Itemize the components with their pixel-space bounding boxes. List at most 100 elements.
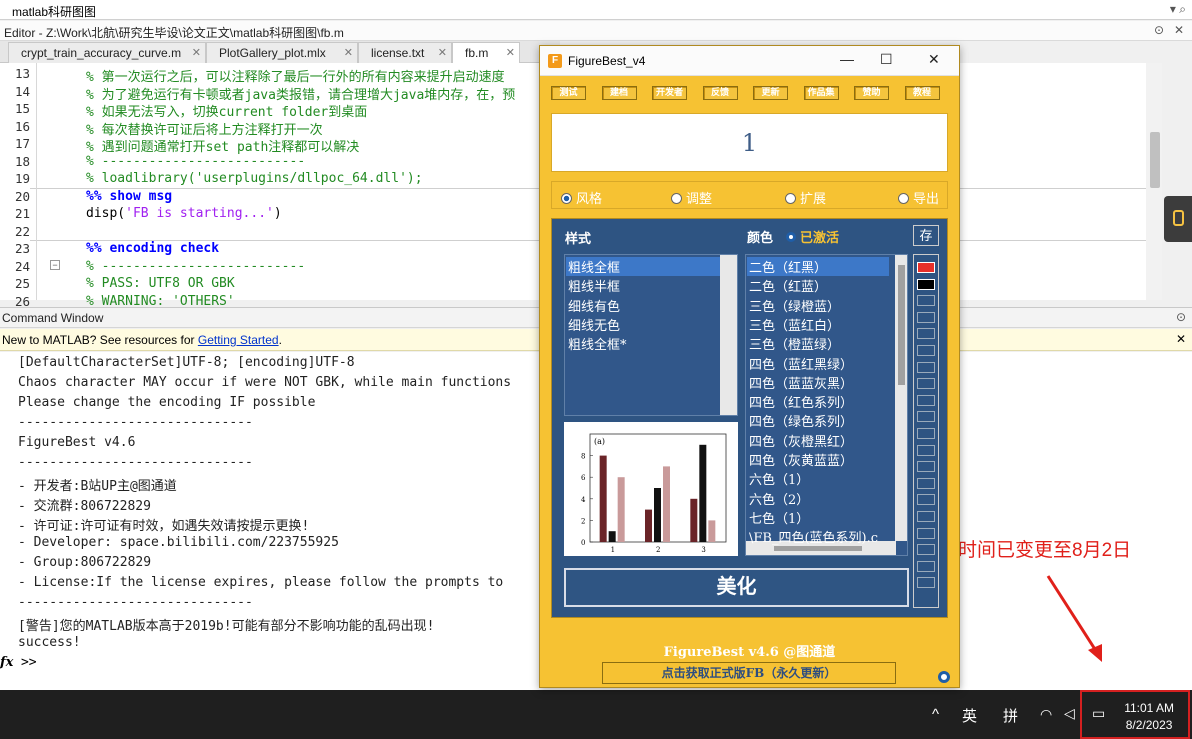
color-scheme-item[interactable]: 四色（灰黄蓝蓝） — [749, 450, 853, 469]
color-scheme-item[interactable]: 四色（灰橙黑红） — [749, 431, 853, 450]
color-swatch[interactable] — [917, 428, 935, 439]
mode-radio[interactable]: 风格 — [561, 188, 602, 207]
color-list-scrollbar[interactable] — [895, 255, 907, 541]
color-scheme-item[interactable]: 三色（绿橙蓝） — [749, 296, 840, 315]
color-swatch[interactable] — [917, 378, 935, 390]
toolbar-button[interactable]: 反馈 — [702, 86, 738, 100]
color-scheme-item[interactable]: 二色（红蓝） — [749, 276, 827, 295]
color-scheme-item[interactable]: 四色（蓝红黑绿） — [749, 354, 853, 373]
color-scheme-item[interactable]: 四色（绿色系列） — [749, 411, 853, 430]
tab-item[interactable]: fb.m ✕ — [452, 42, 520, 63]
corner-radio-icon[interactable] — [938, 671, 950, 683]
volume-icon[interactable]: ◁ — [1064, 705, 1075, 722]
code-line[interactable]: % 遇到问题通常打开set path注释都可以解决 — [86, 136, 359, 155]
color-scheme-item[interactable]: 六色（1） — [749, 469, 809, 488]
tab-item[interactable]: PlotGallery_plot.mlx ✕ — [206, 42, 358, 63]
color-scheme-item[interactable]: 六色（2） — [749, 489, 809, 508]
close-icon[interactable]: ✕ — [1174, 23, 1184, 37]
close-button[interactable]: ✕ — [928, 51, 940, 68]
toolbar-button[interactable]: 更新 — [753, 86, 788, 100]
clock[interactable]: 11:01 AM 8/2/2023 — [1124, 700, 1174, 734]
beautify-button[interactable]: 美化 — [564, 568, 909, 607]
code-line[interactable]: % 第一次运行之后，可以注释除了最后一行外的所有内容来提升启动速度 — [86, 66, 505, 85]
color-scheme-item[interactable]: 四色（蓝蓝灰黑） — [749, 373, 853, 392]
clock-highlight[interactable]: 11:01 AM 8/2/2023 — [1080, 690, 1190, 739]
style-item[interactable]: 粗线半框 — [568, 276, 620, 295]
style-list-scrollbar[interactable] — [720, 255, 737, 415]
code-line[interactable]: % 如果无法写入，切换current folder到桌面 — [86, 101, 367, 120]
color-swatch[interactable] — [917, 411, 935, 423]
color-list[interactable]: 二色（红黑） 二色（红蓝） 三色（绿橙蓝） 三色（蓝红白） 三色（橙蓝绿） 四色（蓝红黑绿… — [745, 254, 908, 556]
style-item[interactable]: 细线有色 — [568, 296, 620, 315]
command-prompt-row[interactable]: fx >> — [0, 654, 37, 670]
style-item[interactable]: 粗线全框* — [568, 334, 627, 353]
maximize-button[interactable]: ☐ — [880, 51, 893, 68]
code-line[interactable]: %% encoding check — [86, 241, 219, 256]
color-scheme-item[interactable]: 四色（红色系列） — [749, 392, 853, 411]
style-list[interactable]: 粗线全框 粗线半框 细线有色 细线无色 粗线全框* — [564, 254, 738, 416]
color-scheme-item[interactable]: 三色（蓝红白） — [749, 315, 840, 334]
side-tab[interactable] — [1164, 196, 1192, 242]
mode-radio[interactable]: 扩展 — [785, 188, 826, 207]
color-swatch[interactable] — [917, 511, 935, 522]
code-line[interactable]: % loadlibrary('userplugins/dllpoc_64.dll… — [86, 171, 423, 186]
color-swatch[interactable] — [917, 345, 935, 356]
save-button[interactable]: 存 — [913, 225, 939, 246]
style-item[interactable]: 粗线全框 — [566, 257, 720, 276]
color-swatch[interactable] — [917, 461, 935, 473]
color-swatch[interactable] — [917, 444, 935, 456]
color-scheme-item[interactable]: 七色（1） — [749, 508, 809, 527]
close-tab-icon[interactable]: ✕ — [438, 46, 447, 59]
close-tab-icon[interactable]: ✕ — [192, 46, 201, 59]
code-line[interactable]: % 每次替换许可证后将上方注释打开一次 — [86, 119, 323, 138]
command-prompt[interactable]: >> — [21, 655, 37, 670]
color-swatch[interactable] — [917, 477, 935, 489]
code-line[interactable]: disp('FB is starting...') — [86, 206, 282, 221]
code-line[interactable]: % 为了避免运行有卡顿或者java类报错，请合理增大java堆内存，在，预 — [86, 84, 515, 103]
close-icon[interactable]: ✕ — [1176, 332, 1186, 346]
toolbar-button[interactable]: 开发者 — [652, 86, 687, 100]
color-swatch[interactable] — [917, 527, 935, 539]
code-line[interactable]: %% show msg — [86, 189, 172, 204]
address-bar[interactable]: matlab科研图图 ▾ ⌕ — [0, 0, 1192, 20]
color-list-hscroll-thumb[interactable] — [774, 546, 862, 551]
color-scheme-item[interactable]: 三色（橙蓝绿） — [749, 334, 840, 353]
fold-toggle-icon[interactable]: − — [50, 260, 60, 270]
editor-scroll-thumb[interactable] — [1150, 132, 1160, 188]
color-scheme-item[interactable]: \FB_四色(蓝色系列).c — [749, 527, 878, 546]
toolbar-button[interactable]: 教程 — [904, 86, 940, 100]
color-swatch[interactable] — [917, 295, 935, 307]
options-icon[interactable]: ⊙ — [1176, 310, 1186, 324]
tab-item[interactable]: license.txt ✕ — [358, 42, 452, 63]
address-path[interactable]: matlab科研图图 — [12, 3, 96, 20]
color-list-scroll-thumb[interactable] — [898, 265, 905, 385]
tab-item[interactable]: crypt_train_accuracy_curve.m ✕ — [8, 42, 206, 63]
close-tab-icon[interactable]: ✕ — [344, 46, 353, 59]
wifi-icon[interactable]: ◠ — [1040, 706, 1052, 723]
getting-started-link[interactable]: Getting Started — [198, 333, 279, 347]
get-full-version-button[interactable]: 点击获取正式版FB（永久更新） — [602, 662, 896, 684]
code-line[interactable]: % -------------------------- — [86, 154, 305, 169]
color-swatch[interactable] — [917, 494, 935, 506]
color-swatch[interactable] — [917, 278, 935, 290]
mode-radio[interactable]: 调整 — [671, 188, 712, 207]
search-icon[interactable]: ▾ ⌕ — [1170, 2, 1186, 17]
code-line[interactable]: % PASS: UTF8 OR GBK — [86, 276, 235, 291]
color-scheme-item[interactable]: 二色（红黑） — [747, 257, 889, 276]
code-line[interactable]: % -------------------------- — [86, 259, 305, 274]
style-item[interactable]: 细线无色 — [568, 315, 620, 334]
chevron-up-icon[interactable]: ^ — [932, 706, 939, 723]
color-swatch[interactable] — [917, 560, 935, 572]
minimize-button[interactable]: — — [840, 51, 854, 67]
color-swatch[interactable] — [917, 328, 935, 340]
figurebest-titlebar[interactable]: F FigureBest_v4 — ☐ ✕ — [540, 46, 959, 76]
dropdown-icon[interactable]: ⊙ — [1154, 23, 1164, 37]
toolbar-button[interactable]: 赞助 — [854, 86, 889, 100]
ime-mode[interactable]: 拼 — [1003, 705, 1018, 726]
color-swatch[interactable] — [917, 544, 935, 556]
fx-icon[interactable]: fx — [0, 655, 13, 670]
color-swatch[interactable] — [917, 577, 935, 589]
toolbar-button[interactable]: 作品集 — [803, 86, 839, 100]
close-tab-icon[interactable]: ✕ — [506, 46, 515, 59]
color-swatch[interactable] — [917, 361, 935, 373]
